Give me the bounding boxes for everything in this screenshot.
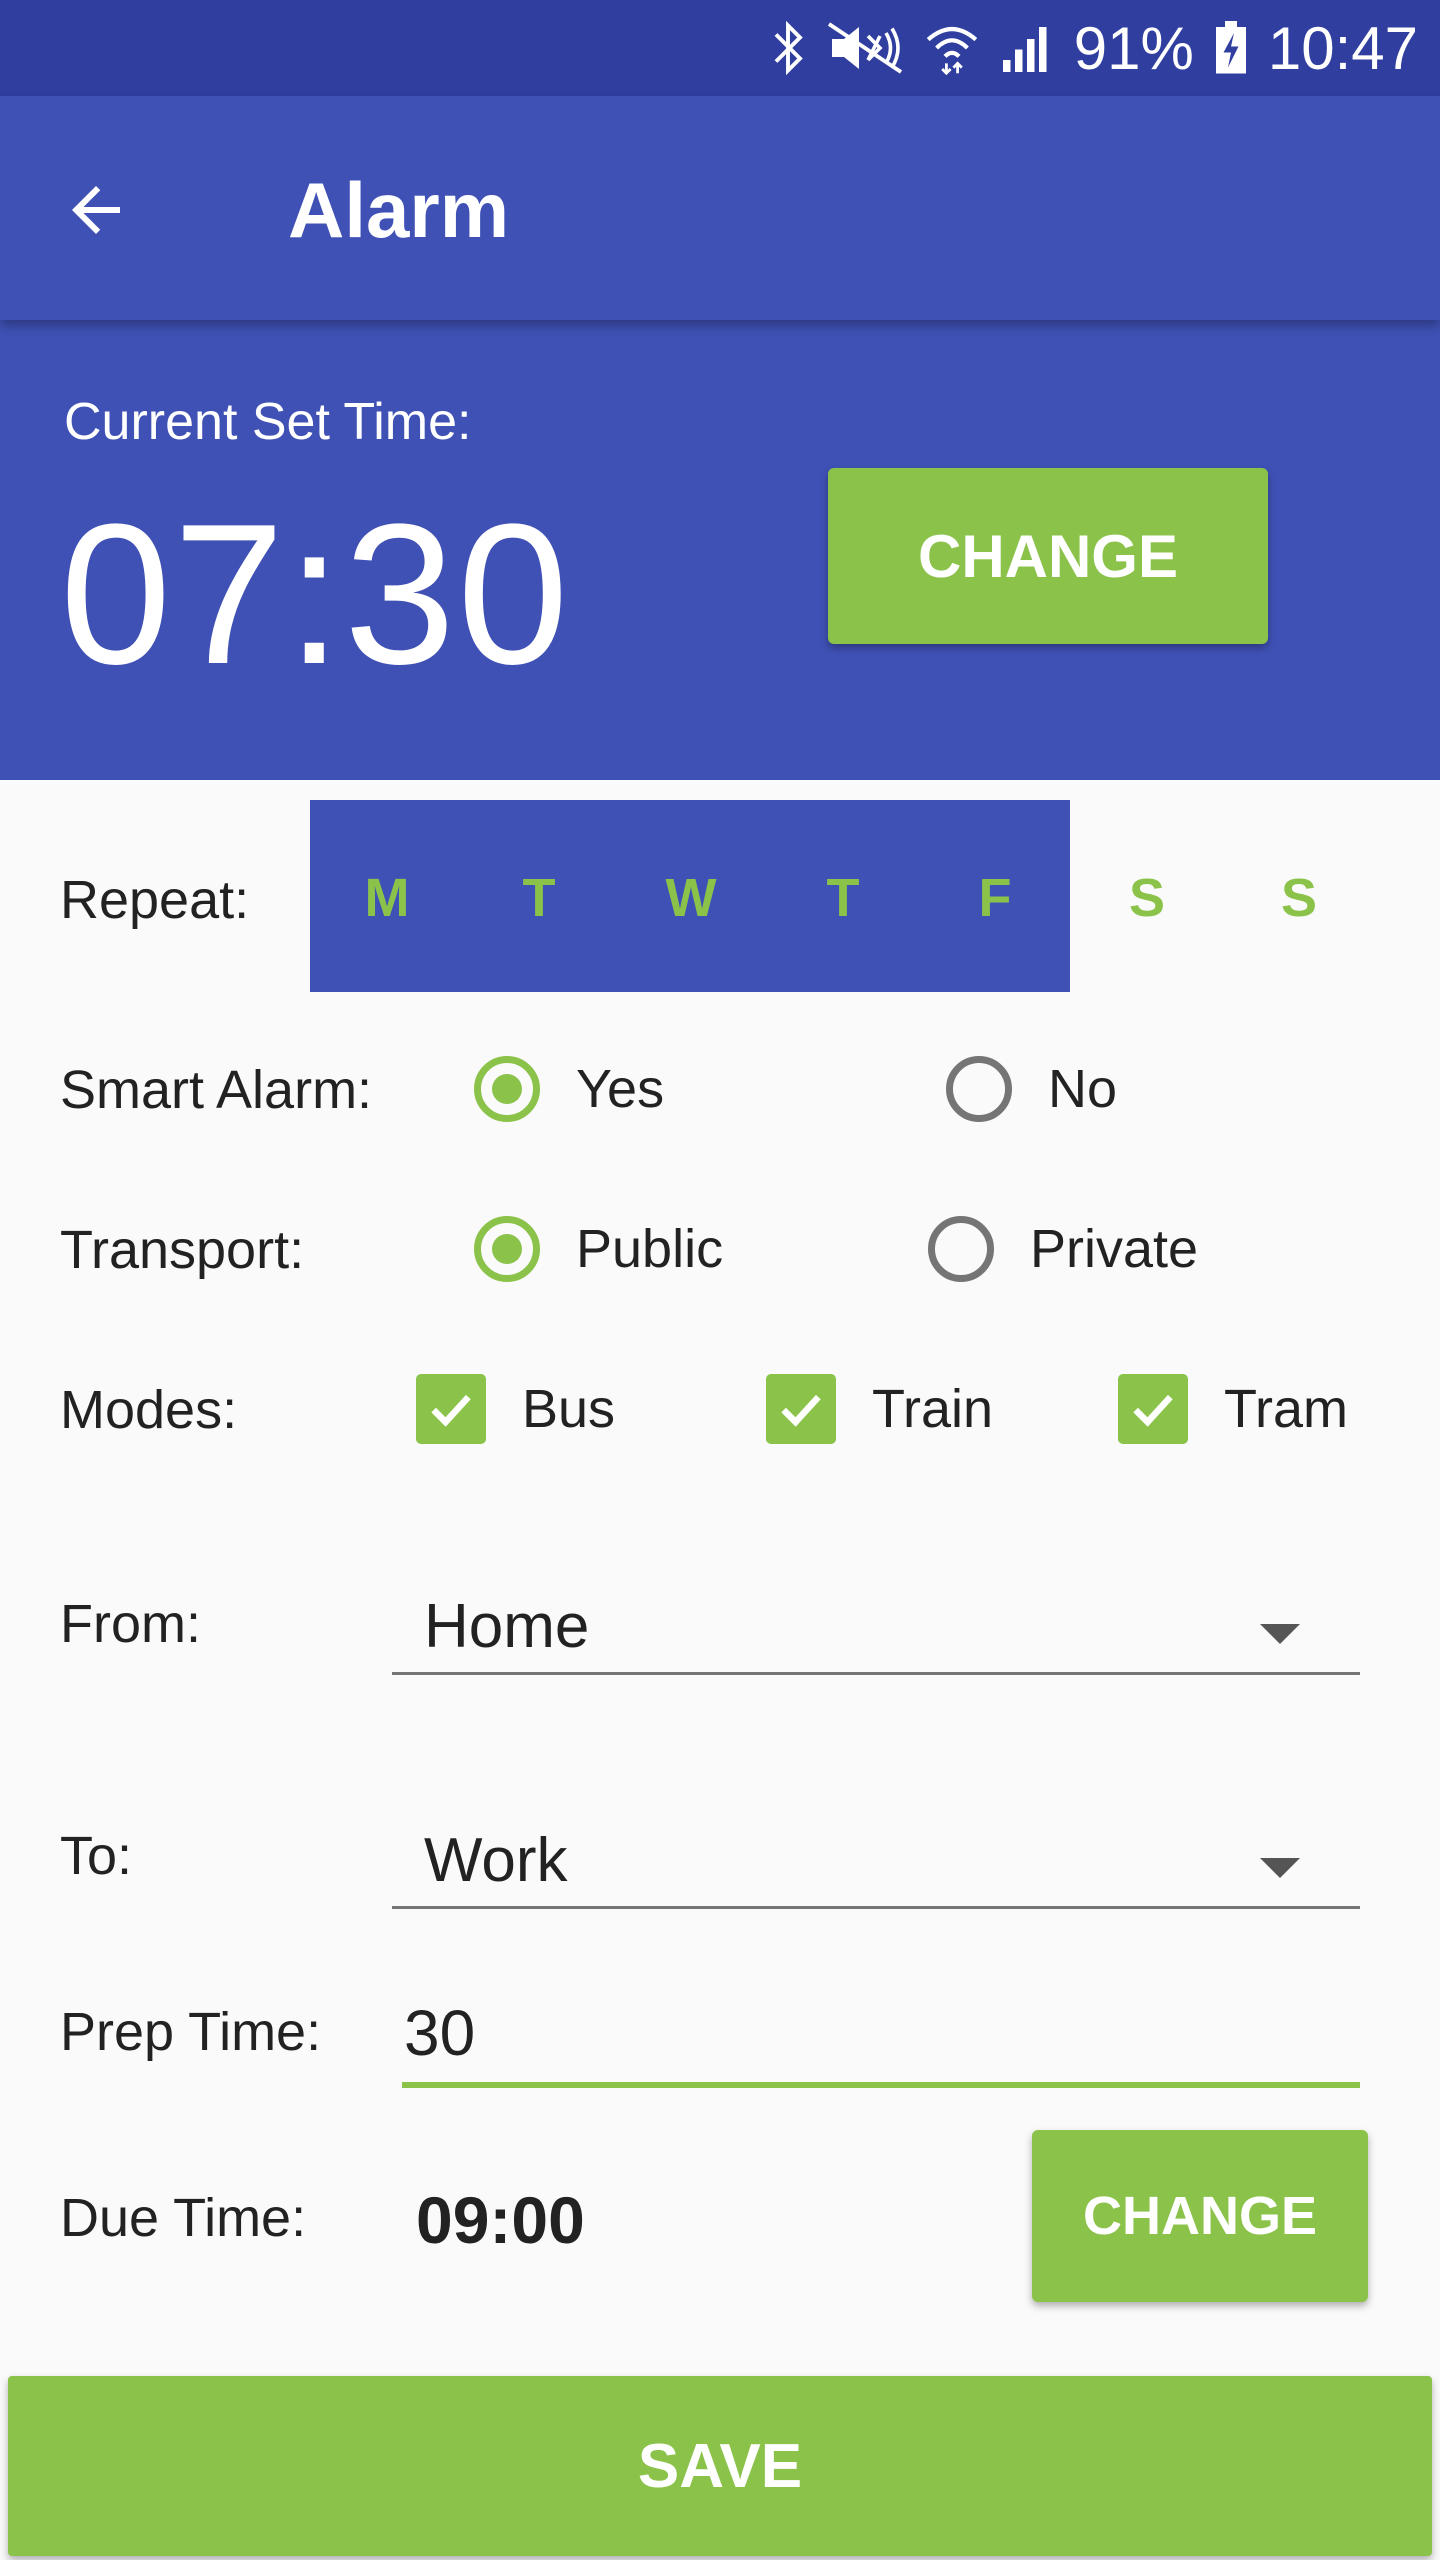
day-sunday[interactable]: S (1259, 866, 1339, 930)
smart-alarm-no-label: No (1048, 1059, 1118, 1119)
transport-public-label: Public (576, 1219, 724, 1279)
change-due-time-button[interactable]: CHANGE (1032, 2130, 1368, 2302)
from-value: Home (424, 1592, 590, 1661)
radio-selected-icon (474, 1056, 540, 1122)
mode-tram-checkbox[interactable]: Tram (1118, 1374, 1348, 1444)
to-label: To: (60, 1826, 133, 1886)
smart-alarm-yes-radio[interactable]: Yes (474, 1056, 664, 1122)
day-tuesday[interactable]: T (499, 866, 579, 930)
mode-train-checkbox[interactable]: Train (766, 1374, 993, 1444)
battery-percent: 91% (1073, 14, 1194, 82)
status-icons: 91% 10:47 (770, 0, 1418, 96)
day-monday[interactable]: M (347, 866, 427, 930)
checkbox-checked-icon (766, 1374, 836, 1444)
due-time-label: Due Time: (60, 2188, 307, 2248)
page-title: Alarm (288, 166, 510, 254)
checkbox-checked-icon (416, 1374, 486, 1444)
status-bar: 91% 10:47 (0, 0, 1440, 96)
radio-unselected-icon (946, 1056, 1012, 1122)
radio-selected-icon (474, 1216, 540, 1282)
mode-bus-checkbox[interactable]: Bus (416, 1374, 615, 1444)
day-saturday[interactable]: S (1107, 866, 1187, 930)
arrow-left-icon (72, 186, 120, 234)
change-time-button[interactable]: CHANGE (828, 468, 1268, 644)
smart-alarm-yes-label: Yes (576, 1059, 665, 1119)
bluetooth-icon (774, 21, 803, 75)
modes-label: Modes: (60, 1380, 238, 1440)
checkbox-checked-icon (1118, 1374, 1188, 1444)
clock: 10:47 (1267, 14, 1418, 82)
prep-time-input[interactable] (402, 1984, 1360, 2088)
current-time-label: Current Set Time: (64, 393, 472, 451)
repeat-label: Repeat: (60, 870, 250, 930)
mode-train-label: Train (872, 1379, 994, 1439)
mute-icon (827, 22, 902, 74)
wifi-icon (926, 27, 977, 75)
from-label: From: (60, 1594, 201, 1654)
current-time-value: 07:30 (60, 483, 571, 706)
from-dropdown[interactable]: Home (392, 1572, 1360, 1675)
radio-unselected-icon (928, 1216, 994, 1282)
dropdown-arrow-icon (1260, 1624, 1300, 1644)
back-button[interactable] (60, 174, 132, 246)
day-wednesday[interactable]: W (651, 866, 731, 930)
due-time-value: 09:00 (416, 2183, 585, 2257)
transport-private-label: Private (1030, 1219, 1199, 1279)
mode-bus-label: Bus (522, 1379, 616, 1439)
save-button[interactable]: SAVE (8, 2376, 1432, 2556)
day-friday[interactable]: F (955, 866, 1035, 930)
current-time-panel: Current Set Time: 07:30 CHANGE (0, 320, 1440, 780)
transport-private-radio[interactable]: Private (928, 1216, 1198, 1282)
signal-icon (1002, 27, 1047, 72)
smart-alarm-label: Smart Alarm: (60, 1060, 373, 1120)
battery-icon (1215, 21, 1246, 74)
transport-label: Transport: (60, 1220, 305, 1280)
prep-time-label: Prep Time: (60, 2002, 322, 2062)
day-thursday[interactable]: T (803, 866, 883, 930)
smart-alarm-no-radio[interactable]: No (946, 1056, 1117, 1122)
transport-public-radio[interactable]: Public (474, 1216, 723, 1282)
mode-tram-label: Tram (1224, 1379, 1348, 1439)
to-value: Work (424, 1826, 568, 1895)
to-dropdown[interactable]: Work (392, 1806, 1360, 1909)
dropdown-arrow-icon (1260, 1858, 1300, 1878)
app-bar: Alarm (0, 96, 1440, 320)
